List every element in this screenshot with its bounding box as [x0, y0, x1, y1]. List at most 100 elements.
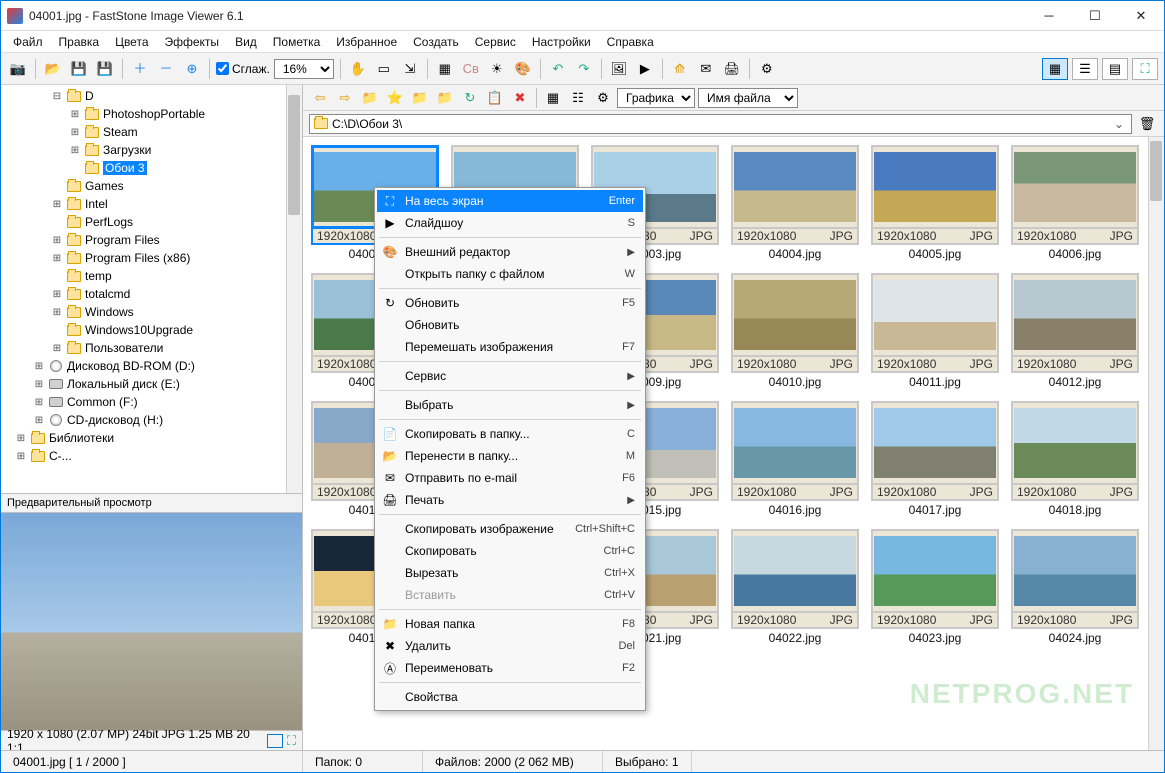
hand-icon[interactable]: ✋: [347, 58, 369, 80]
expand-icon[interactable]: ⊟: [51, 91, 63, 102]
expand-icon[interactable]: ⊞: [51, 289, 63, 300]
text-icon[interactable]: Св: [460, 58, 482, 80]
expand-icon[interactable]: ⊞: [51, 343, 63, 354]
smooth-checkbox[interactable]: Сглаж.: [216, 62, 270, 76]
thumbnail[interactable]: 1920x1080JPG04023.jpg: [869, 529, 1001, 645]
menu-item[interactable]: 🖨Печать▶: [377, 489, 643, 511]
tree-node[interactable]: Games: [1, 177, 302, 195]
chevron-down-icon[interactable]: ⌄: [1111, 117, 1127, 131]
expand-icon[interactable]: ⊞: [51, 253, 63, 264]
back-icon[interactable]: ⇦: [309, 87, 331, 109]
menu-настройки[interactable]: Настройки: [524, 33, 599, 51]
thumbnail[interactable]: 1920x1080JPG04012.jpg: [1009, 273, 1141, 389]
expand-icon[interactable]: ⊞: [15, 451, 27, 462]
menu-item[interactable]: 📁Новая папкаF8: [377, 613, 643, 635]
delete-icon[interactable]: ✖: [509, 87, 531, 109]
tree-node[interactable]: ⊞Windows: [1, 303, 302, 321]
menu-item[interactable]: Выбрать▶: [377, 394, 643, 416]
saveas-icon[interactable]: 💾: [94, 58, 116, 80]
fav-icon[interactable]: ⭐: [384, 87, 406, 109]
thumbnail[interactable]: 1920x1080JPG04010.jpg: [729, 273, 861, 389]
thumbnail[interactable]: 1920x1080JPG04016.jpg: [729, 401, 861, 517]
acquire-icon[interactable]: 📷: [7, 58, 29, 80]
menu-item[interactable]: Открыть папку с файломW: [377, 263, 643, 285]
context-menu[interactable]: ⛶На весь экранEnter▶СлайдшоуS🎨Внешний ре…: [374, 187, 646, 711]
tree-node[interactable]: Windows10Upgrade: [1, 321, 302, 339]
tree-node[interactable]: ⊞Пользователи: [1, 339, 302, 357]
crop-icon[interactable]: ▭: [373, 58, 395, 80]
menu-справка[interactable]: Справка: [599, 33, 662, 51]
save-icon[interactable]: 💾: [68, 58, 90, 80]
menu-item[interactable]: ⒶПереименоватьF2: [377, 657, 643, 679]
tree-node[interactable]: ⊞Дисковод BD-ROM (D:): [1, 357, 302, 375]
zoom-in-icon[interactable]: ＋: [129, 58, 151, 80]
expand-icon[interactable]: ⊞: [51, 307, 63, 318]
menu-item[interactable]: Свойства: [377, 686, 643, 708]
tree-node[interactable]: ⊞totalcmd: [1, 285, 302, 303]
maximize-button[interactable]: ☐: [1072, 1, 1118, 31]
menu-item[interactable]: ✉Отправить по e-mailF6: [377, 467, 643, 489]
thumbs-small-icon[interactable]: ▦: [542, 87, 564, 109]
scrollbar[interactable]: [286, 85, 302, 493]
resize-icon[interactable]: ⇲: [399, 58, 421, 80]
menu-item[interactable]: Скопировать изображениеCtrl+Shift+C: [377, 518, 643, 540]
menu-файл[interactable]: Файл: [5, 33, 51, 51]
email-icon[interactable]: ✉: [695, 58, 717, 80]
forward-icon[interactable]: ⇨: [334, 87, 356, 109]
menu-item[interactable]: 📂Перенести в папку...M: [377, 445, 643, 467]
thumbnail[interactable]: 1920x1080JPG04011.jpg: [869, 273, 1001, 389]
fav2-icon[interactable]: 📁: [409, 87, 431, 109]
expand-icon[interactable]: ⊞: [51, 199, 63, 210]
expand-icon[interactable]: ⊞: [33, 415, 45, 426]
menu-item[interactable]: Сервис▶: [377, 365, 643, 387]
tree-node[interactable]: ⊞C-...: [1, 447, 302, 465]
thumbnail[interactable]: 1920x1080JPG04018.jpg: [1009, 401, 1141, 517]
expand-icon[interactable]: ⊞: [69, 109, 81, 120]
thumbnail[interactable]: 1920x1080JPG04017.jpg: [869, 401, 1001, 517]
open-icon[interactable]: 📂: [42, 58, 64, 80]
menu-правка[interactable]: Правка: [51, 33, 108, 51]
expand-icon[interactable]: ⊞: [33, 361, 45, 372]
zoom-dropdown[interactable]: 16%: [274, 59, 334, 79]
menu-item[interactable]: ВырезатьCtrl+X: [377, 562, 643, 584]
thumbs-med-icon[interactable]: ☷: [567, 87, 589, 109]
thumbnail[interactable]: 1920x1080JPG04005.jpg: [869, 145, 1001, 261]
expand-icon[interactable]: ⊞: [51, 235, 63, 246]
rotate-left-icon[interactable]: ↶: [547, 58, 569, 80]
thumbs-opts-icon[interactable]: ⚙: [592, 87, 614, 109]
expand-icon[interactable]: ⊞: [33, 397, 45, 408]
sort-dropdown[interactable]: Имя файла: [698, 88, 798, 108]
canvas-icon[interactable]: ▦: [434, 58, 456, 80]
close-button[interactable]: ✕: [1118, 1, 1164, 31]
tree-node[interactable]: temp: [1, 267, 302, 285]
fullscreen-button[interactable]: ⛶: [1132, 58, 1158, 80]
menu-цвета[interactable]: Цвета: [107, 33, 156, 51]
actual-size-icon[interactable]: [267, 734, 282, 748]
menu-item[interactable]: ↻ОбновитьF5: [377, 292, 643, 314]
thumbnail[interactable]: 1920x1080JPG04022.jpg: [729, 529, 861, 645]
trash-icon[interactable]: 🗑: [1136, 113, 1158, 135]
fullscreen-icon[interactable]: ⛶: [287, 734, 296, 747]
tree-node[interactable]: ⊞Библиотеки: [1, 429, 302, 447]
settings-icon[interactable]: ⚙: [756, 58, 778, 80]
view-thumbs-button[interactable]: ▦: [1042, 58, 1068, 80]
menu-item[interactable]: ✖УдалитьDel: [377, 635, 643, 657]
tree-node[interactable]: ⊟D: [1, 87, 302, 105]
zoom-fit-icon[interactable]: ⊕: [181, 58, 203, 80]
menu-item[interactable]: 🎨Внешний редактор▶: [377, 241, 643, 263]
minimize-button[interactable]: ─: [1026, 1, 1072, 31]
expand-icon[interactable]: ⊞: [33, 379, 45, 390]
expand-icon[interactable]: ⊞: [69, 145, 81, 156]
tree-node[interactable]: PerfLogs: [1, 213, 302, 231]
view-list-button[interactable]: ☰: [1072, 58, 1098, 80]
menu-item[interactable]: СкопироватьCtrl+C: [377, 540, 643, 562]
menu-вид[interactable]: Вид: [227, 33, 265, 51]
zoom-out-icon[interactable]: －: [155, 58, 177, 80]
tree-node[interactable]: ⊞Program Files: [1, 231, 302, 249]
menu-создать[interactable]: Создать: [405, 33, 467, 51]
thumbnail[interactable]: 1920x1080JPG04024.jpg: [1009, 529, 1141, 645]
tree-node[interactable]: ⊞Локальный диск (E:): [1, 375, 302, 393]
view-detail-button[interactable]: ▤: [1102, 58, 1128, 80]
menu-item[interactable]: ⛶На весь экранEnter: [377, 190, 643, 212]
folder-tree[interactable]: ⊟D⊞PhotoshopPortable⊞Steam⊞ЗагрузкиОбои …: [1, 85, 302, 493]
